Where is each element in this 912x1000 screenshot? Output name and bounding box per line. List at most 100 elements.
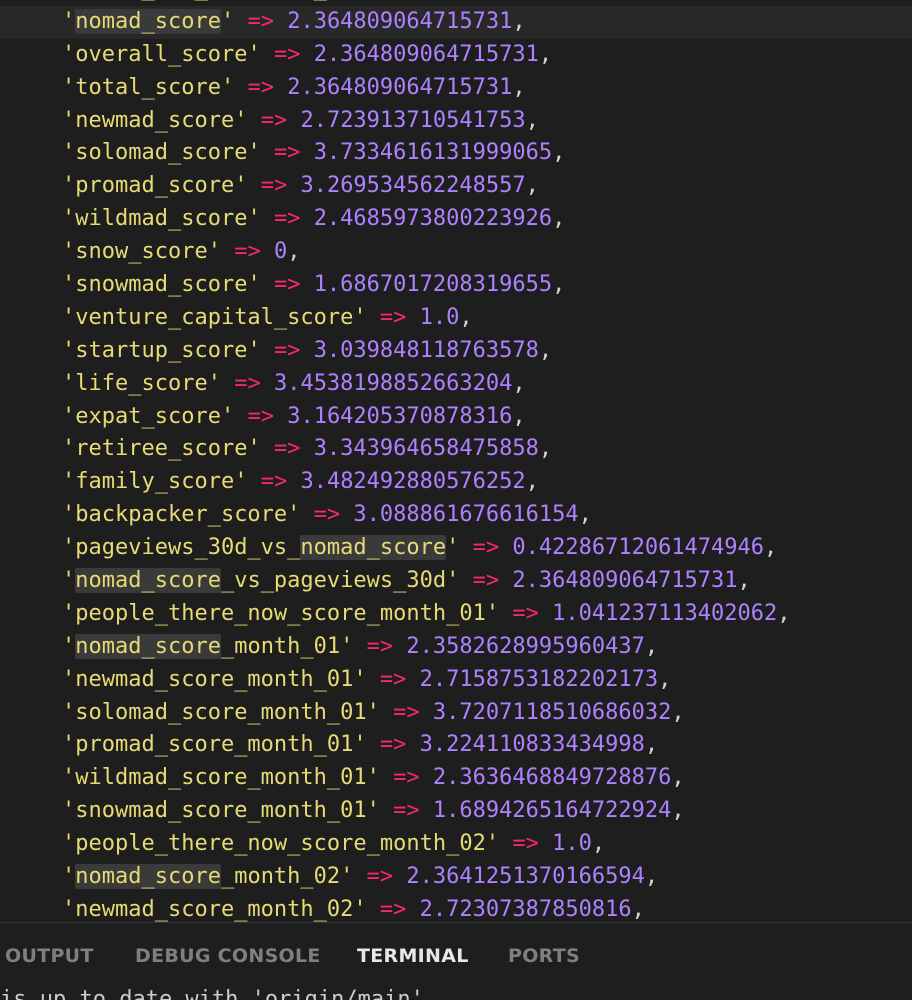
hash-rocket-operator: => [260, 469, 288, 495]
hash-key-string: 'retiree_score' [62, 436, 261, 462]
comma: , [658, 666, 672, 692]
comma: , [552, 272, 566, 298]
hash-rocket-operator: => [420, 0, 447, 1]
code-line[interactable]: 'wildmad_score_month_01' => 2.3636468849… [0, 762, 912, 795]
code-line[interactable]: 'promad_score_month_01' => 3.22411083343… [0, 729, 912, 762]
hash-key-string: 'venture_capital_score' [62, 304, 367, 330]
tab-output[interactable]: OUTPUT [5, 945, 94, 967]
key-text: venture_capital_score [75, 304, 354, 330]
hash-key-string: 'nomad_score_vs_pageviews_30d' [62, 568, 460, 594]
hash-key-string: 'people_there_now_score_month_01' [62, 600, 500, 626]
hash-key-string: 'pageviews_30d_vs_nomad_score' [62, 535, 460, 561]
hash-rocket-operator: => [379, 732, 407, 758]
code-line[interactable]: 'retiree_score' => 3.343964658475858, [0, 433, 912, 466]
numeric-value: 3.4538198852663204 [273, 370, 513, 396]
code-line[interactable]: 'promad_score' => 3.269534562248557, [0, 170, 912, 203]
comma: , [512, 8, 526, 34]
hash-key-string: 'nomad_score' [62, 8, 235, 34]
key-text: people_there_now_score_month_02 [75, 831, 486, 857]
code-line[interactable]: 'nomad_score_vs_pageviews_30d' => 2.3648… [0, 565, 912, 598]
comma: , [512, 74, 526, 100]
tab-terminal[interactable]: TERMINAL [357, 945, 469, 967]
numeric-value: 1.041237113402062 [552, 600, 778, 626]
numeric-value: 2.364809064715731 [313, 41, 539, 67]
hash-key-string: 'total_score' [62, 74, 235, 100]
key-text: overall_score [75, 41, 248, 67]
key-text: total_score [75, 74, 221, 100]
code-line[interactable]: 'nomad_score_month_02' => 2.364125137016… [0, 861, 912, 894]
numeric-value: 3.343964658475858 [313, 436, 539, 462]
code-line[interactable]: 'snowmad_score' => 1.6867017208319655, [0, 269, 912, 302]
comma: , [644, 864, 659, 890]
hash-rocket-operator: => [247, 403, 274, 429]
code-line[interactable]: 'venture_capital_score' => 1.0, [0, 302, 912, 335]
key-text: wildmad_score_month_01 [75, 765, 367, 791]
tab-debug-console[interactable]: DEBUG CONSOLE [135, 945, 321, 967]
code-line[interactable]: 'nomad_score_month_01' => 2.358262899596… [0, 631, 912, 664]
key-text: people_there_now_score_month_01 [75, 600, 486, 626]
hash-rocket-operator: => [234, 370, 261, 396]
code-line[interactable]: 'startup_score' => 3.039848118763578, [0, 335, 912, 368]
hash-key-string: 'nomad_score_month_02' [62, 864, 354, 890]
code-line[interactable]: 'snow_score' => 0, [0, 236, 912, 269]
code-line[interactable]: 'newmad_score' => 2.723913710541753, [0, 105, 912, 138]
search-match-highlight: nomad_score [75, 864, 221, 890]
hash-rocket-operator: => [379, 666, 407, 692]
numeric-value: 2.364809064715731 [287, 8, 513, 34]
key-text: newmad_score_month_01 [75, 666, 354, 692]
search-match-highlight: nomad_score [300, 535, 447, 561]
comma: , [538, 41, 553, 67]
code-line[interactable]: 'solomad_score' => 3.7334616131999065, [0, 137, 912, 170]
code-line[interactable]: 'overall_score' => 2.364809064715731, [0, 39, 912, 72]
hash-key-string: 'newmad_score' [62, 107, 248, 133]
code-line[interactable]: 'life_score' => 3.4538198852663204, [0, 368, 912, 401]
code-line[interactable]: 'nomad_score' => 2.364809064715731, [0, 5, 912, 39]
key-text: newmad_score_month_02 [75, 896, 354, 922]
code-line[interactable]: 'people_there_now_score_month_02' => 1.0… [0, 828, 912, 861]
key-text: solomad_score_month_01 [75, 699, 367, 725]
hash-rocket-operator: => [260, 173, 288, 199]
hash-key-string: 'legal_gay_marriage_score' [62, 0, 406, 1]
comma: , [671, 798, 685, 824]
code-line[interactable]: 'pageviews_30d_vs_nomad_score' => 0.4228… [0, 532, 912, 565]
code-line[interactable]: 'snowmad_score_month_01' => 1.6894265164… [0, 795, 912, 828]
numeric-value: 3.088861676616154 [353, 502, 579, 528]
code-line[interactable]: 'people_there_now_score_month_01' => 1.0… [0, 598, 912, 631]
key-text: family_score [75, 469, 235, 495]
numeric-value: 2.72307387850816 [419, 896, 632, 922]
code-editor[interactable]: 'legal_gay_marriage_score' => 3,'nomad_s… [0, 0, 912, 922]
code-line[interactable]: 'backpacker_score' => 3.088861676616154, [0, 499, 912, 532]
hash-rocket-operator: => [393, 798, 420, 824]
key-text: promad_score [75, 173, 235, 199]
hash-rocket-operator: => [379, 896, 407, 922]
code-line[interactable]: 'newmad_score_month_02' => 2.72307387850… [0, 894, 912, 922]
vscode-window: 'legal_gay_marriage_score' => 3,'nomad_s… [0, 0, 912, 1000]
code-line[interactable]: 'total_score' => 2.364809064715731, [0, 72, 912, 105]
hash-key-string: 'newmad_score_month_01' [62, 666, 367, 692]
hash-rocket-operator: => [379, 304, 407, 330]
numeric-value: 3.482492880576252 [300, 469, 526, 495]
hash-rocket-operator: => [247, 8, 274, 34]
tab-ports[interactable]: PORTS [508, 945, 580, 967]
code-line[interactable]: 'family_score' => 3.482492880576252, [0, 466, 912, 499]
numeric-value: 1.0 [419, 304, 460, 330]
hash-key-string: 'nomad_score_month_01' [62, 633, 354, 659]
search-match-highlight: nomad_score [75, 8, 221, 34]
code-line[interactable]: 'newmad_score_month_01' => 2.71587531822… [0, 664, 912, 697]
numeric-value: 3.7207118510686032 [432, 699, 672, 725]
code-line[interactable]: 'wildmad_score' => 2.4685973800223926, [0, 203, 912, 236]
terminal-output-line[interactable]: is up to date with 'origin/main'. [0, 987, 437, 1000]
code-line[interactable]: 'solomad_score_month_01' => 3.7207118510… [0, 697, 912, 730]
numeric-value: 3.7334616131999065 [313, 140, 553, 166]
key-text: wildmad_score [75, 206, 248, 232]
numeric-value: 2.723913710541753 [300, 107, 526, 133]
code-line[interactable]: 'expat_score' => 3.164205370878316, [0, 401, 912, 434]
search-match-highlight: nomad_score [75, 633, 221, 659]
key-text: legal_gay_marriage_score [75, 0, 393, 1]
comma: , [578, 502, 592, 528]
hash-key-string: 'promad_score' [62, 173, 248, 199]
hash-key-string: 'wildmad_score' [62, 206, 261, 232]
comma: , [552, 206, 566, 232]
numeric-value: 2.3641251370166594 [406, 864, 645, 890]
key-text: backpacker_score [75, 502, 288, 528]
